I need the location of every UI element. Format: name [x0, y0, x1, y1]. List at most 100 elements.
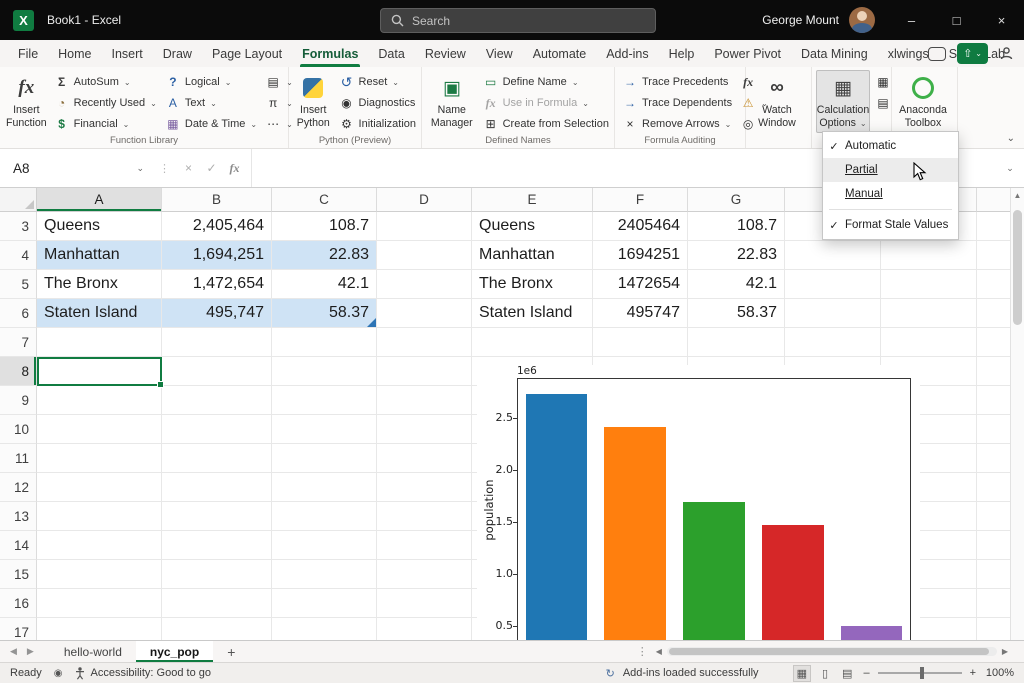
sheet-tab-nyc-pop[interactable]: nyc_pop — [136, 641, 213, 662]
cell-H5[interactable] — [785, 270, 881, 299]
cell-D16[interactable] — [377, 589, 472, 618]
cell-D8[interactable] — [377, 357, 472, 386]
financial-button[interactable]: $Financial⌄ — [51, 114, 160, 134]
insert-python-button[interactable]: Insert Python — [293, 70, 334, 132]
scroll-up-icon[interactable]: ▲ — [1011, 188, 1024, 202]
scroll-left-icon[interactable]: ◀ — [656, 647, 662, 656]
active-cell-selection[interactable] — [37, 357, 162, 386]
cell-B16[interactable] — [162, 589, 272, 618]
trace-dependents-button[interactable]: →Trace Dependents — [619, 93, 735, 113]
cell-A15[interactable] — [37, 560, 162, 589]
diagnostics-button[interactable]: ◉Diagnostics — [336, 93, 419, 113]
cell-C4[interactable]: 22.83 — [272, 241, 377, 270]
cell-J15[interactable] — [977, 560, 1010, 589]
cell-E4[interactable]: Manhattan — [472, 241, 593, 270]
initialization-button[interactable]: ⚙Initialization — [336, 114, 419, 134]
sheet-nav-left-icon[interactable]: ◀ — [10, 646, 17, 657]
cell-B6[interactable]: 495,747 — [162, 299, 272, 328]
cell-J11[interactable] — [977, 444, 1010, 473]
remove-arrows-button[interactable]: ×Remove Arrows⌄ — [619, 114, 735, 134]
cell-J14[interactable] — [977, 531, 1010, 560]
cell-B12[interactable] — [162, 473, 272, 502]
create-from-selection-button[interactable]: ⊞Create from Selection — [480, 114, 612, 134]
cell-E7[interactable] — [472, 328, 593, 357]
cell-F7[interactable] — [593, 328, 688, 357]
cell-D4[interactable] — [377, 241, 472, 270]
minimize-button[interactable]: – — [889, 0, 934, 40]
cell-A17[interactable] — [37, 618, 162, 640]
calculation-options-button[interactable]: ▦Calculation Options ⌄ — [816, 70, 870, 133]
use-in-formula-button[interactable]: fxUse in Formula⌄ — [480, 93, 612, 113]
scrollbar-resize-handle-icon[interactable]: ⋮ — [637, 645, 648, 658]
ribbon-tab-automate[interactable]: Automate — [523, 40, 597, 67]
cell-F5[interactable]: 1472654 — [593, 270, 688, 299]
cell-C9[interactable] — [272, 386, 377, 415]
cell-C11[interactable] — [272, 444, 377, 473]
date-time-button[interactable]: ▦Date & Time⌄ — [162, 114, 260, 134]
cell-C6[interactable]: 58.37 — [272, 299, 377, 328]
anaconda-toolbox-button[interactable]: Anaconda Toolbox — [896, 70, 950, 132]
cell-G7[interactable] — [688, 328, 785, 357]
reset-button[interactable]: ↺Reset⌄ — [336, 72, 419, 92]
formula-bar-expand-icon[interactable]: ⌄ — [996, 163, 1024, 174]
column-header-D[interactable]: D — [377, 188, 472, 212]
menu-item-automatic[interactable]: ✓Automatic — [823, 134, 958, 158]
maximize-button[interactable]: □ — [934, 0, 979, 40]
name-manager-button[interactable]: ▣Name Manager — [426, 70, 478, 132]
cell-A14[interactable] — [37, 531, 162, 560]
cell-D6[interactable] — [377, 299, 472, 328]
cell-J12[interactable] — [977, 473, 1010, 502]
cell-B7[interactable] — [162, 328, 272, 357]
cell-C15[interactable] — [272, 560, 377, 589]
cell-B8[interactable] — [162, 357, 272, 386]
cell-D17[interactable] — [377, 618, 472, 640]
zoom-level[interactable]: 100% — [984, 667, 1014, 679]
cell-A7[interactable] — [37, 328, 162, 357]
row-header-12[interactable]: 12 — [0, 473, 37, 502]
row-header-3[interactable]: 3 — [0, 212, 37, 241]
cell-J3[interactable] — [977, 212, 1010, 241]
zoom-slider-thumb[interactable] — [920, 667, 924, 679]
cell-D7[interactable] — [377, 328, 472, 357]
cell-E6[interactable]: Staten Island — [472, 299, 593, 328]
view-page-break-button[interactable]: ▤ — [839, 666, 855, 681]
fill-handle[interactable] — [157, 381, 164, 388]
row-header-6[interactable]: 6 — [0, 299, 37, 328]
cell-D15[interactable] — [377, 560, 472, 589]
cell-A5[interactable]: The Bronx — [37, 270, 162, 299]
cell-C5[interactable]: 42.1 — [272, 270, 377, 299]
vertical-scrollbar[interactable]: ▲ — [1010, 188, 1024, 640]
column-header-C[interactable]: C — [272, 188, 377, 212]
cell-C13[interactable] — [272, 502, 377, 531]
horizontal-scrollbar-track[interactable] — [667, 647, 997, 656]
cell-G3[interactable]: 108.7 — [688, 212, 785, 241]
cell-A4[interactable]: Manhattan — [37, 241, 162, 270]
drag-handle-icon[interactable]: ⋮ — [159, 162, 170, 175]
cell-B17[interactable] — [162, 618, 272, 640]
row-header-5[interactable]: 5 — [0, 270, 37, 299]
zoom-slider[interactable] — [878, 672, 962, 674]
cell-A11[interactable] — [37, 444, 162, 473]
calculate-sheet-button[interactable]: ▤ — [872, 93, 894, 113]
chevron-down-icon[interactable]: ⌄ — [136, 163, 144, 174]
cell-C10[interactable] — [272, 415, 377, 444]
cell-I5[interactable] — [881, 270, 977, 299]
cell-D13[interactable] — [377, 502, 472, 531]
scroll-right-icon[interactable]: ▶ — [1002, 647, 1008, 656]
cell-B3[interactable]: 2,405,464 — [162, 212, 272, 241]
cell-B9[interactable] — [162, 386, 272, 415]
confirm-entry-icon[interactable]: ✓ — [200, 161, 223, 175]
ribbon-tab-home[interactable]: Home — [48, 40, 101, 67]
cell-H4[interactable] — [785, 241, 881, 270]
share-button[interactable]: ⇧ ⌄ — [957, 43, 988, 64]
excel-app-icon[interactable]: X — [13, 10, 34, 31]
cell-G4[interactable]: 22.83 — [688, 241, 785, 270]
people-icon[interactable] — [999, 46, 1014, 61]
cell-D3[interactable] — [377, 212, 472, 241]
add-sheet-button[interactable]: + — [227, 644, 235, 660]
column-header-B[interactable]: B — [162, 188, 272, 212]
column-header-F[interactable]: F — [593, 188, 688, 212]
ribbon-tab-help[interactable]: Help — [659, 40, 705, 67]
cell-G5[interactable]: 42.1 — [688, 270, 785, 299]
cell-H6[interactable] — [785, 299, 881, 328]
